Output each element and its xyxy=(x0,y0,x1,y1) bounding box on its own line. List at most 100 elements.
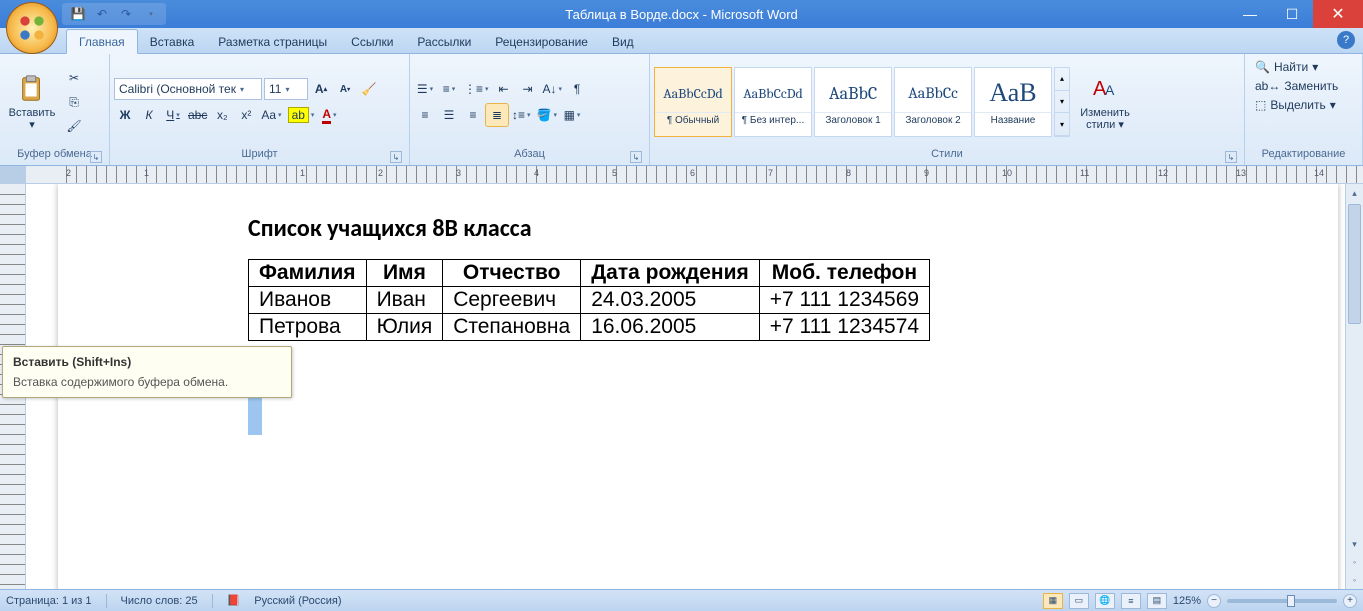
style-title[interactable]: АаВНазвание xyxy=(974,67,1052,137)
tab-mailings[interactable]: Рассылки xyxy=(405,30,483,53)
table-header: Моб. телефон xyxy=(759,260,929,287)
tooltip-title: Вставить (Shift+Ins) xyxy=(13,355,281,369)
status-page[interactable]: Страница: 1 из 1 xyxy=(6,595,92,607)
zoom-out-icon[interactable]: − xyxy=(1207,594,1221,608)
zoom-slider[interactable] xyxy=(1227,599,1337,603)
superscript-button[interactable]: x² xyxy=(235,104,257,126)
spellcheck-icon[interactable]: 📕 xyxy=(227,594,241,607)
status-word-count[interactable]: Число слов: 25 xyxy=(121,595,198,607)
underline-button[interactable]: Ч xyxy=(162,104,184,126)
scroll-thumb[interactable] xyxy=(1348,204,1361,324)
status-language[interactable]: Русский (Россия) xyxy=(254,595,341,607)
font-name-combo[interactable]: Calibri (Основной тек▾ xyxy=(114,78,262,100)
strikethrough-button[interactable]: abc xyxy=(186,104,209,126)
style-preview: AaBbCc xyxy=(908,74,958,112)
window-title: Таблица в Ворде.docx - Microsoft Word xyxy=(565,7,798,22)
table-cell: Степановна xyxy=(443,314,581,341)
font-launcher-icon[interactable]: ↳ xyxy=(390,151,402,163)
borders-icon[interactable]: ▦ xyxy=(561,104,583,126)
align-left-icon[interactable]: ≡ xyxy=(414,104,436,126)
svg-text:A: A xyxy=(1105,82,1115,98)
redo-icon[interactable]: ↷ xyxy=(116,5,136,23)
paste-button[interactable]: Вставить ▾ xyxy=(4,57,60,147)
tab-insert[interactable]: Вставка xyxy=(138,30,207,53)
table-cell: Сергеевич xyxy=(443,287,581,314)
change-styles-icon: AA xyxy=(1089,73,1121,105)
copy-icon[interactable]: ⎘ xyxy=(63,91,85,113)
tab-references[interactable]: Ссылки xyxy=(339,30,405,53)
table-cell: Иван xyxy=(366,287,443,314)
tab-page-layout[interactable]: Разметка страницы xyxy=(206,30,339,53)
paragraph-launcher-icon[interactable]: ↳ xyxy=(630,151,642,163)
italic-button[interactable]: К xyxy=(138,104,160,126)
font-size-combo[interactable]: 11▾ xyxy=(264,78,308,100)
change-case-button[interactable]: Aa xyxy=(259,104,283,126)
view-draft-icon[interactable]: ▤ xyxy=(1147,593,1167,609)
style-name-label: ¶ Без интер... xyxy=(735,112,811,128)
increase-indent-icon[interactable]: ⇥ xyxy=(517,78,539,100)
style-heading1[interactable]: AaBbCЗаголовок 1 xyxy=(814,67,892,137)
grow-font-icon[interactable]: A▴ xyxy=(310,78,332,100)
tab-review[interactable]: Рецензирование xyxy=(483,30,600,53)
style-expand-icon[interactable]: ▾ xyxy=(1055,113,1069,136)
minimize-button[interactable]: — xyxy=(1229,0,1271,28)
line-spacing-icon[interactable]: ↕≡ xyxy=(510,104,533,126)
format-painter-icon[interactable]: 🖌 xyxy=(63,115,85,137)
find-button[interactable]: 🔍Найти ▾ xyxy=(1253,59,1340,75)
tab-home[interactable]: Главная xyxy=(66,29,138,54)
tab-view[interactable]: Вид xyxy=(600,30,646,53)
qat-customize-icon[interactable] xyxy=(140,5,160,23)
bold-button[interactable]: Ж xyxy=(114,104,136,126)
style-scroll-down-icon[interactable]: ▾ xyxy=(1055,91,1069,114)
font-color-icon[interactable]: A xyxy=(318,104,340,126)
justify-icon[interactable]: ≣ xyxy=(486,104,508,126)
window-controls: — ☐ ✕ xyxy=(1229,0,1363,28)
horizontal-ruler[interactable]: 211234567891011121314151617 xyxy=(26,166,1363,184)
clipboard-launcher-icon[interactable]: ↳ xyxy=(90,151,102,163)
maximize-button[interactable]: ☐ xyxy=(1271,0,1313,28)
office-button[interactable] xyxy=(6,2,58,54)
select-button[interactable]: ⬚Выделить ▾ xyxy=(1253,97,1340,113)
styles-launcher-icon[interactable]: ↳ xyxy=(1225,151,1237,163)
style-normal[interactable]: AaBbCcDd¶ Обычный xyxy=(654,67,732,137)
clear-format-icon[interactable]: 🧹 xyxy=(358,78,380,100)
shading-icon[interactable]: 🪣 xyxy=(535,104,559,126)
select-icon: ⬚ xyxy=(1255,98,1266,112)
view-web-icon[interactable]: 🌐 xyxy=(1095,593,1115,609)
scroll-up-icon[interactable]: ▴ xyxy=(1346,184,1363,202)
cut-icon[interactable]: ✂ xyxy=(63,67,85,89)
replace-button[interactable]: ab↔Заменить xyxy=(1253,78,1340,94)
undo-icon[interactable]: ↶ xyxy=(92,5,112,23)
sort-icon[interactable]: A↓ xyxy=(541,78,565,100)
style-no-spacing[interactable]: AaBbCcDd¶ Без интер... xyxy=(734,67,812,137)
view-full-screen-icon[interactable]: ▭ xyxy=(1069,593,1089,609)
prev-page-icon[interactable]: ◦ xyxy=(1346,553,1363,571)
shrink-font-icon[interactable]: A▾ xyxy=(334,78,356,100)
style-heading2[interactable]: AaBbCcЗаголовок 2 xyxy=(894,67,972,137)
bullets-icon[interactable]: ☰ xyxy=(414,78,436,100)
highlight-color-icon[interactable]: ab xyxy=(286,104,317,126)
decrease-indent-icon[interactable]: ⇤ xyxy=(493,78,515,100)
style-preview: AaBbCcDd xyxy=(743,74,803,112)
scroll-down-icon[interactable]: ▾ xyxy=(1346,535,1363,553)
document-area: 211234567891011121314151617 Список учащи… xyxy=(0,166,1363,589)
change-styles-button[interactable]: AA Изменить стили ▾ xyxy=(1073,71,1137,133)
save-icon[interactable]: 💾 xyxy=(68,5,88,23)
numbering-icon[interactable]: ≡ xyxy=(438,78,460,100)
show-marks-icon[interactable]: ¶ xyxy=(566,78,588,100)
multilevel-list-icon[interactable]: ⋮≡ xyxy=(462,78,491,100)
zoom-slider-knob[interactable] xyxy=(1287,595,1295,607)
align-center-icon[interactable]: ☰ xyxy=(438,104,460,126)
view-outline-icon[interactable]: ≡ xyxy=(1121,593,1141,609)
zoom-in-icon[interactable]: + xyxy=(1343,594,1357,608)
table-row: ПетроваЮлияСтепановна16.06.2005+7 111 12… xyxy=(249,314,930,341)
help-icon[interactable]: ? xyxy=(1337,31,1355,49)
subscript-button[interactable]: x₂ xyxy=(211,104,233,126)
style-scroll-up-icon[interactable]: ▴ xyxy=(1055,68,1069,91)
zoom-value[interactable]: 125% xyxy=(1173,595,1201,607)
font-group-label: Шрифт xyxy=(241,148,277,160)
view-print-layout-icon[interactable]: ▦ xyxy=(1043,593,1063,609)
close-button[interactable]: ✕ xyxy=(1313,0,1363,28)
next-page-icon[interactable]: ◦ xyxy=(1346,571,1363,589)
align-right-icon[interactable]: ≡ xyxy=(462,104,484,126)
